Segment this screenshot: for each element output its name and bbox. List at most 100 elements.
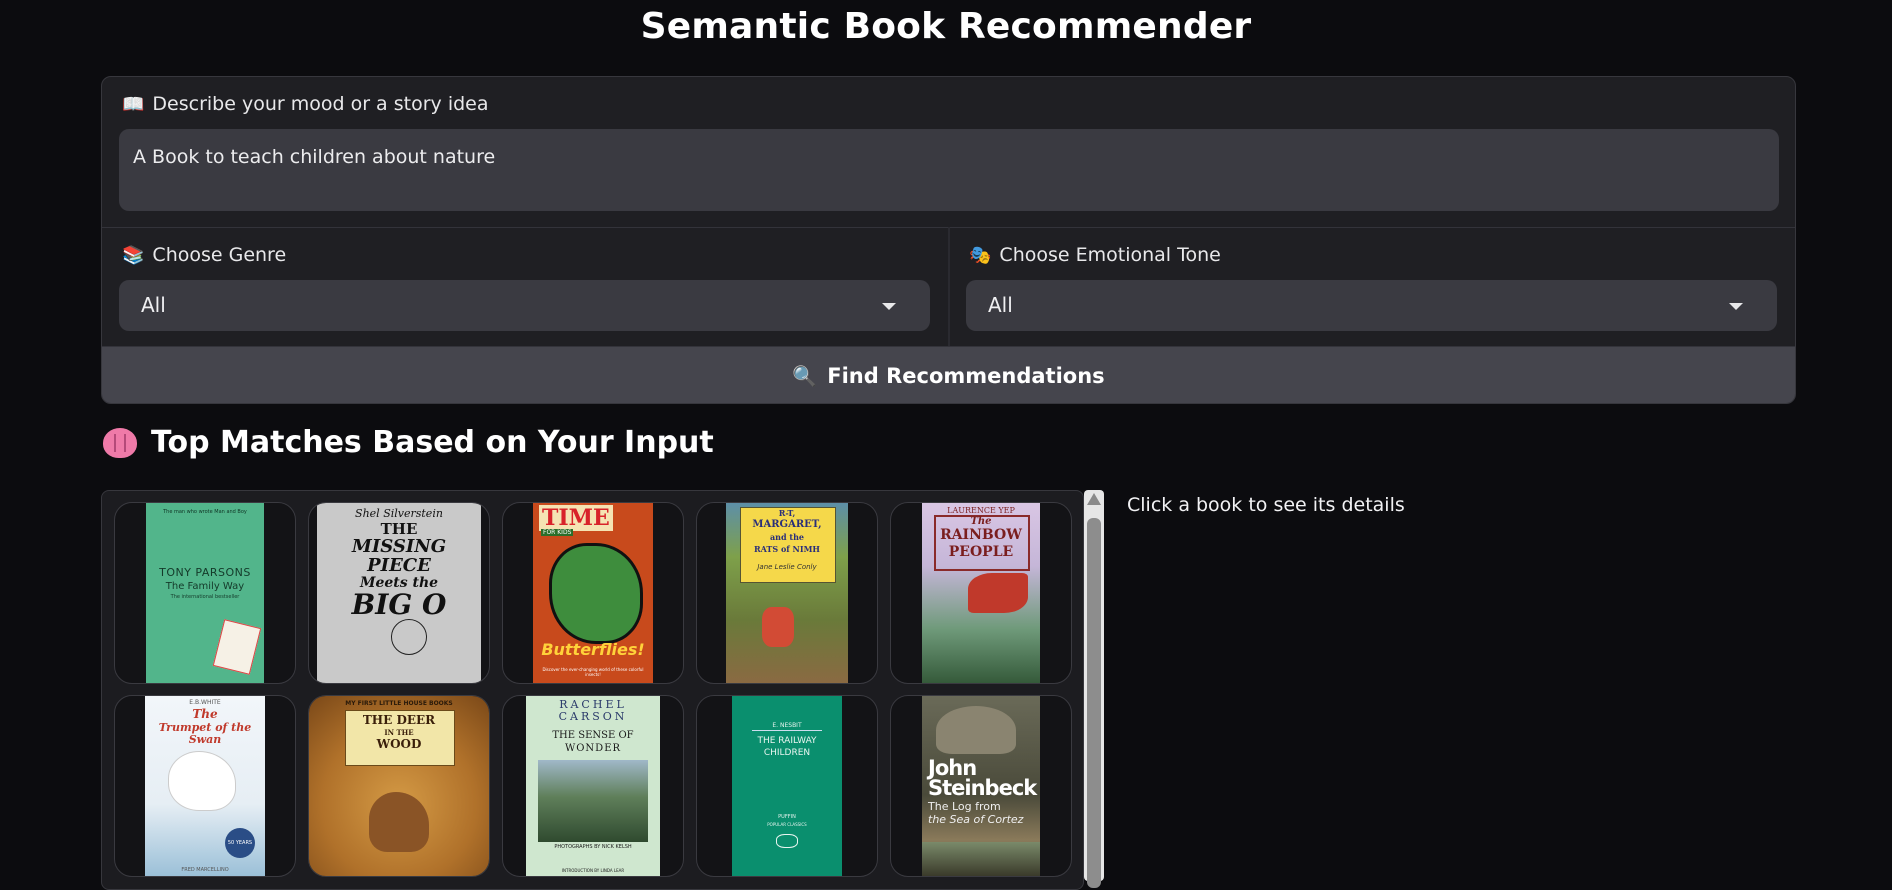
cover-text: The bbox=[192, 707, 218, 721]
book-card[interactable]: The man who wrote Man and Boy TONY PARSO… bbox=[114, 502, 296, 684]
brain-icon bbox=[103, 427, 137, 458]
cover-text: The Family Way bbox=[165, 581, 245, 592]
query-block: 📖 Describe your mood or a story idea A B… bbox=[102, 77, 1795, 227]
cover-text: Trumpet of the Swan bbox=[158, 721, 252, 746]
book-card[interactable]: RACHEL CARSON THE SENSE OF WONDER PHOTOG… bbox=[502, 695, 684, 877]
book-card[interactable]: MY FIRST LITTLE HOUSE BOOKS THE DEER IN … bbox=[308, 695, 490, 877]
cover-text: POPULAR CLASSICS bbox=[767, 822, 807, 827]
cover-text: IN THE bbox=[384, 728, 414, 737]
results-title: Top Matches Based on Your Input bbox=[151, 425, 714, 460]
portrait-photo bbox=[936, 706, 1016, 754]
query-label-text: Describe your mood or a story idea bbox=[152, 93, 489, 115]
deer-icon bbox=[369, 792, 429, 852]
book-card[interactable]: R-T, MARGARET, and the RATS of NIMH Jane… bbox=[696, 502, 878, 684]
tone-dropdown[interactable]: All bbox=[966, 280, 1777, 331]
cover-text: The bbox=[970, 516, 992, 527]
genre-dropdown[interactable]: All bbox=[119, 280, 930, 331]
landscape-photo bbox=[538, 760, 648, 842]
cover-text: Steinbeck bbox=[928, 776, 1037, 800]
book-card[interactable]: E. NESBIT THE RAILWAY CHILDREN PUFFIN PO… bbox=[696, 695, 878, 877]
book-cover-image: E. NESBIT THE RAILWAY CHILDREN PUFFIN PO… bbox=[732, 696, 842, 876]
dragon-icon bbox=[968, 573, 1028, 613]
cover-text: TIME bbox=[539, 505, 613, 531]
anniversary-badge: 50 YEARS bbox=[225, 828, 255, 858]
puffin-logo-icon bbox=[776, 834, 798, 848]
cover-text: the Sea of Cortez bbox=[928, 813, 1024, 826]
book-cover-image: R-T, MARGARET, and the RATS of NIMH Jane… bbox=[726, 503, 848, 683]
results-heading: Top Matches Based on Your Input bbox=[103, 425, 714, 460]
cover-text: MY FIRST LITTLE HOUSE BOOKS bbox=[345, 700, 453, 707]
cover-text: MISSING PIECE bbox=[351, 535, 447, 576]
butterfly-icon bbox=[549, 543, 643, 644]
cover-text: THE SENSE OF bbox=[552, 730, 634, 741]
book-cover-image: John Steinbeck The Log from the Sea of C… bbox=[922, 696, 1040, 876]
cover-text: The international bestseller bbox=[170, 594, 240, 600]
cover-text: PEOPLE bbox=[948, 544, 1014, 560]
scrollbar-thumb[interactable] bbox=[1087, 518, 1101, 888]
tone-selected-value: All bbox=[988, 293, 1013, 317]
open-book-icon: 📖 bbox=[122, 93, 145, 115]
chevron-down-icon bbox=[882, 303, 896, 310]
cover-text: Shel Silverstein bbox=[355, 507, 443, 520]
cover-text: INTRODUCTION BY LINDA LEAR bbox=[561, 868, 625, 873]
query-label: 📖 Describe your mood or a story idea bbox=[122, 93, 488, 115]
book-cover-image: Shel Silverstein THE MISSING PIECE Meets… bbox=[317, 503, 481, 683]
cover-text: E.B.WHITE bbox=[189, 699, 221, 706]
book-card[interactable]: E.B.WHITE The Trumpet of the Swan 50 YEA… bbox=[114, 695, 296, 877]
book-cover-image: The man who wrote Man and Boy TONY PARSO… bbox=[146, 503, 264, 683]
magnifier-icon: 🔍 bbox=[792, 364, 818, 388]
cover-text: TONY PARSONS bbox=[159, 566, 251, 579]
cover-text: FOR KIDS bbox=[541, 529, 574, 536]
tone-label: 🎭 Choose Emotional Tone bbox=[969, 244, 1221, 266]
cover-text: RAINBOW bbox=[940, 527, 1022, 543]
landscape-photo bbox=[922, 842, 1040, 876]
gallery-scrollbar[interactable] bbox=[1084, 490, 1104, 888]
cover-text: FRED MARCELLINO bbox=[181, 867, 229, 873]
tone-label-text: Choose Emotional Tone bbox=[999, 244, 1221, 266]
book-details-hint: Click a book to see its details bbox=[1127, 494, 1405, 516]
find-button-label: Find Recommendations bbox=[827, 364, 1105, 388]
book-card[interactable]: TIME FOR KIDS Butterflies! Discover the … bbox=[502, 502, 684, 684]
page-title: Semantic Book Recommender bbox=[640, 6, 1252, 47]
book-cover-image: TIME FOR KIDS Butterflies! Discover the … bbox=[533, 503, 653, 683]
cover-text: BIG O bbox=[351, 588, 447, 622]
book-gallery: The man who wrote Man and Boy TONY PARSO… bbox=[101, 490, 1084, 890]
cover-text: PUFFIN bbox=[778, 814, 796, 820]
child-illustration-icon bbox=[762, 607, 794, 647]
cover-text: Butterflies! bbox=[541, 640, 645, 659]
book-card[interactable]: Shel Silverstein THE MISSING PIECE Meets… bbox=[308, 502, 490, 684]
cover-text: CHILDREN bbox=[763, 748, 811, 758]
cover-text: THE RAILWAY bbox=[757, 736, 817, 746]
swan-icon bbox=[169, 752, 235, 810]
book-photo-icon bbox=[212, 619, 262, 675]
cover-text: LAURENCE YEP bbox=[947, 506, 1015, 515]
divider bbox=[752, 730, 822, 731]
book-cover-image: RACHEL CARSON THE SENSE OF WONDER PHOTOG… bbox=[526, 696, 660, 876]
circle-drawing-icon bbox=[391, 619, 427, 655]
cover-text: E. NESBIT bbox=[772, 722, 802, 729]
cover-text: The Log from bbox=[928, 800, 1001, 813]
cover-text: MARGARET, bbox=[752, 519, 822, 530]
cover-text: The man who wrote Man and Boy bbox=[163, 509, 247, 515]
book-cover-image: LAURENCE YEP The RAINBOW PEOPLE bbox=[922, 503, 1040, 683]
cover-text: Discover the ever-changing world of thes… bbox=[542, 667, 644, 677]
input-panel: 📖 Describe your mood or a story idea A B… bbox=[101, 76, 1796, 404]
theater-masks-icon: 🎭 bbox=[969, 244, 992, 266]
find-recommendations-button[interactable]: 🔍 Find Recommendations bbox=[102, 346, 1795, 403]
genre-label: 📚 Choose Genre bbox=[122, 244, 286, 266]
book-cover-image: E.B.WHITE The Trumpet of the Swan 50 YEA… bbox=[145, 696, 265, 876]
genre-selected-value: All bbox=[141, 293, 166, 317]
books-icon: 📚 bbox=[122, 244, 145, 266]
scroll-up-arrow-icon[interactable] bbox=[1087, 493, 1101, 505]
cover-text: R-T, bbox=[778, 508, 796, 518]
cover-text: CARSON bbox=[558, 710, 628, 723]
book-card[interactable]: John Steinbeck The Log from the Sea of C… bbox=[890, 695, 1072, 877]
cover-text: and the bbox=[770, 532, 804, 542]
query-textarea[interactable]: A Book to teach children about nature bbox=[119, 129, 1779, 211]
cover-text: PHOTOGRAPHS BY NICK KELSH bbox=[554, 844, 632, 850]
cover-text: Jane Leslie Conly bbox=[757, 563, 817, 571]
book-card[interactable]: LAURENCE YEP The RAINBOW PEOPLE bbox=[890, 502, 1072, 684]
cover-text: THE DEER bbox=[362, 713, 436, 727]
cover-text: WONDER bbox=[564, 743, 622, 754]
chevron-down-icon bbox=[1729, 303, 1743, 310]
